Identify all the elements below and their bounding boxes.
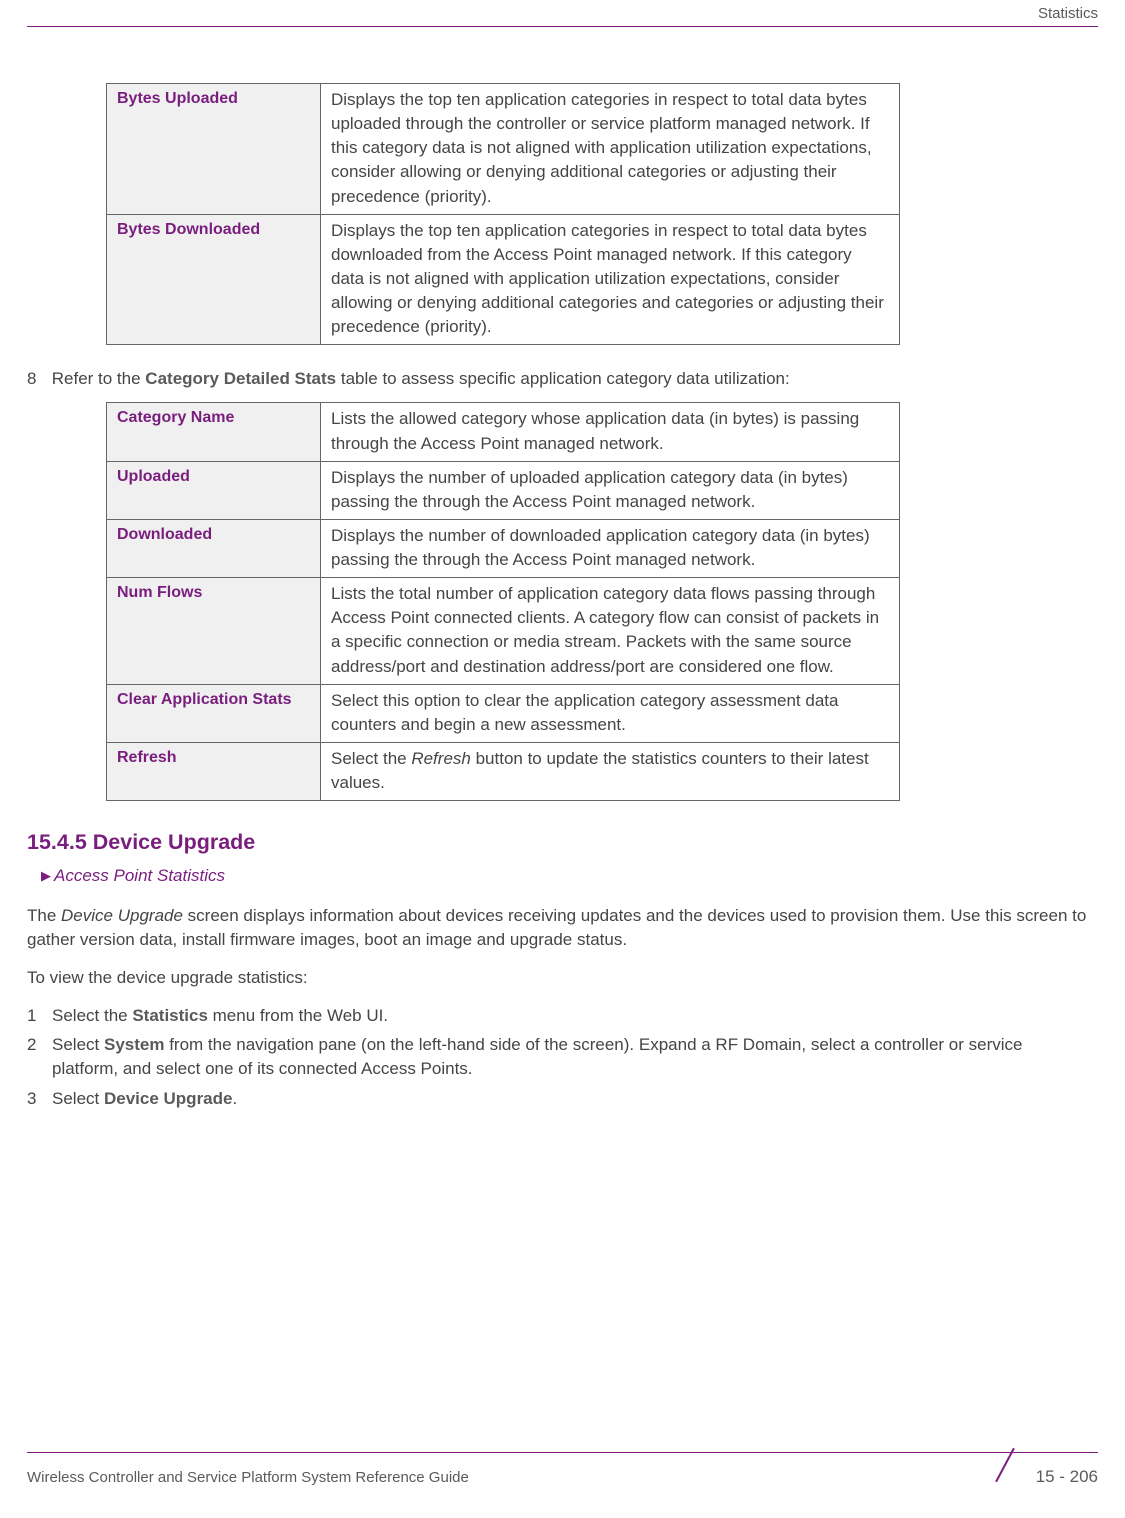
header-section-label: Statistics [1038,3,1098,24]
row-label: Bytes Downloaded [107,214,321,345]
row-label: Refresh [107,742,321,800]
row-label: Num Flows [107,578,321,685]
step-text-post: table to assess specific application cat… [336,369,790,388]
table-row: Bytes Downloaded Displays the top ten ap… [107,214,900,345]
row-label: Bytes Uploaded [107,84,321,215]
table-row: Downloaded Displays the number of downlo… [107,519,900,577]
table-row: Num Flows Lists the total number of appl… [107,578,900,685]
definitions-table-2: Category Name Lists the allowed category… [106,402,900,801]
row-label: Clear Application Stats [107,684,321,742]
list-item: 3 Select Device Upgrade. [27,1087,1098,1111]
table-row: Bytes Uploaded Displays the top ten appl… [107,84,900,215]
row-description: Lists the total number of application ca… [321,578,900,685]
table-row: Refresh Select the Refresh button to upd… [107,742,900,800]
table-row: Clear Application Stats Select this opti… [107,684,900,742]
list-item: 2 Select System from the navigation pane… [27,1033,1098,1081]
list-item: 1 Select the Statistics menu from the We… [27,1004,1098,1028]
step-text-pre: Refer to the [52,369,146,388]
section-paragraph-1: The Device Upgrade screen displays infor… [27,904,1098,952]
definitions-table-1: Bytes Uploaded Displays the top ten appl… [106,83,900,345]
row-description: Select this option to clear the applicat… [321,684,900,742]
step-number: 8 [27,367,47,391]
footer-guide-title: Wireless Controller and Service Platform… [27,1467,469,1488]
header-divider [27,26,1098,27]
step-number: 1 [27,1004,52,1028]
row-description: Displays the top ten application categor… [321,214,900,345]
table-row: Uploaded Displays the number of uploaded… [107,461,900,519]
footer-page-number: 15 - 206 [1036,1465,1098,1489]
footer-slash-icon [988,1449,1026,1487]
breadcrumb-label: Access Point Statistics [54,866,225,885]
step-text-bold: Category Detailed Stats [145,369,336,388]
table-row: Category Name Lists the allowed category… [107,403,900,461]
step-number: 3 [27,1087,52,1111]
row-label: Uploaded [107,461,321,519]
row-description: Displays the number of uploaded applicat… [321,461,900,519]
row-description: Displays the top ten application categor… [321,84,900,215]
row-label: Downloaded [107,519,321,577]
step-8-text: 8 Refer to the Category Detailed Stats t… [27,367,1098,391]
step-number: 2 [27,1033,52,1081]
steps-list: 1 Select the Statistics menu from the We… [27,1004,1098,1111]
row-description: Select the Refresh button to update the … [321,742,900,800]
page-footer: Wireless Controller and Service Platform… [0,1452,1125,1518]
breadcrumb-arrow-icon: ▶ [41,868,51,883]
section-paragraph-2: To view the device upgrade statistics: [27,966,1098,990]
row-description: Displays the number of downloaded applic… [321,519,900,577]
section-heading: 15.4.5 Device Upgrade [27,827,1098,858]
breadcrumb[interactable]: ▶Access Point Statistics [41,864,1098,888]
row-description: Lists the allowed category whose applica… [321,403,900,461]
row-label: Category Name [107,403,321,461]
